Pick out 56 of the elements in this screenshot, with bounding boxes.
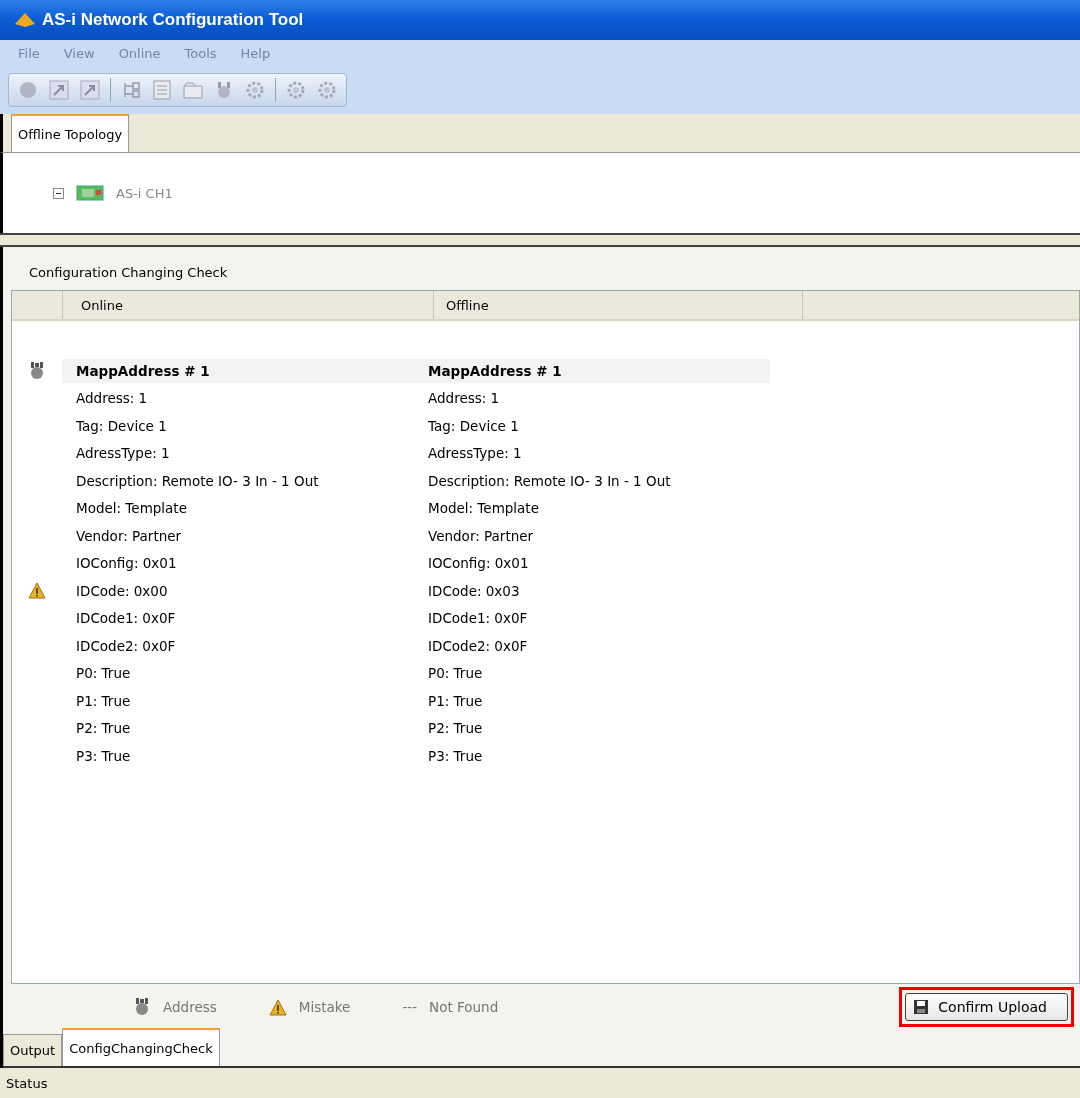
network-card-icon	[76, 183, 104, 203]
table-cell-text: IOConfig: 0x01	[427, 554, 530, 574]
table-cell-text: Description: Remote IO- 3 In - 1 Out	[75, 471, 320, 491]
confirm-upload-button[interactable]: Confirm Upload	[905, 993, 1068, 1021]
splitter[interactable]	[0, 233, 1080, 247]
table-cell-text: Vendor: Partner	[427, 526, 535, 546]
table-cell-text: P3: True	[427, 746, 484, 766]
table-cell-text: P0: True	[427, 664, 484, 684]
gear-icon[interactable]	[285, 79, 307, 101]
save-icon	[914, 1000, 929, 1014]
table-cell-text: P2: True	[427, 719, 484, 739]
gear-icon[interactable]	[316, 79, 338, 101]
table-cell-text: IDCode1: 0x0F	[75, 609, 177, 629]
panel-tab[interactable]: ConfigChangingCheck	[62, 1028, 220, 1066]
table-cell-text: Tag: Device 1	[75, 416, 168, 436]
legend-label: Not Found	[429, 999, 499, 1015]
table-cell-text: IDCode: 0x00	[75, 581, 169, 601]
table-cell-text: Model: Template	[75, 499, 188, 519]
table-cell-text: Model: Template	[427, 499, 540, 519]
table-cell-text: AdressType: 1	[75, 444, 171, 464]
app-logo-icon	[14, 12, 36, 28]
table-cell-text: Vendor: Partner	[75, 526, 183, 546]
table-cell-text: Tag: Device 1	[427, 416, 520, 436]
table-cell-text: IDCode2: 0x0F	[75, 636, 177, 656]
table-cell-text: IDCode1: 0x0F	[427, 609, 529, 629]
column-header[interactable]: Online	[62, 291, 433, 319]
legend-label: Address	[163, 999, 217, 1015]
group-title: MappAddress # 1	[62, 358, 414, 383]
window-title: AS-i Network Configuration Tool	[42, 10, 304, 30]
plug-icon	[133, 997, 151, 1017]
table-cell-text: Address: 1	[427, 389, 501, 409]
table-cell-text: Description: Remote IO- 3 In - 1 Out	[427, 471, 672, 491]
table-cell-text: P1: True	[75, 691, 132, 711]
table-cell-text: IDCode: 0x03	[427, 581, 521, 601]
circle-icon[interactable]	[17, 79, 39, 101]
legend-label: Mistake	[298, 999, 351, 1015]
group-title: MappAddress # 1	[414, 358, 770, 383]
table-cell-text: P3: True	[75, 746, 132, 766]
legend-symbol: ---	[402, 999, 418, 1015]
table-cell-text: IDCode2: 0x0F	[427, 636, 529, 656]
table-cell-text: IOConfig: 0x01	[75, 554, 178, 574]
table-cell-text: P1: True	[427, 691, 484, 711]
table-cell-text: AdressType: 1	[427, 444, 523, 464]
panel-tab[interactable]: Offline Topology	[11, 114, 130, 152]
table-cell-text: Address: 1	[75, 389, 149, 409]
status-text: Status	[5, 1074, 49, 1093]
table-cell-text: P2: True	[75, 719, 132, 739]
warning-icon	[268, 998, 287, 1016]
column-header[interactable]: Offline	[433, 291, 802, 319]
section-title: Configuration Changing Check	[28, 264, 229, 282]
list-icon[interactable]	[151, 79, 173, 101]
table-cell-text: P0: True	[75, 664, 132, 684]
tree-node-label[interactable]: AS-i CH1	[116, 185, 173, 201]
panel-tab[interactable]: Output	[3, 1034, 63, 1066]
folder-icon[interactable]	[182, 79, 204, 101]
gear-icon[interactable]	[244, 79, 266, 101]
